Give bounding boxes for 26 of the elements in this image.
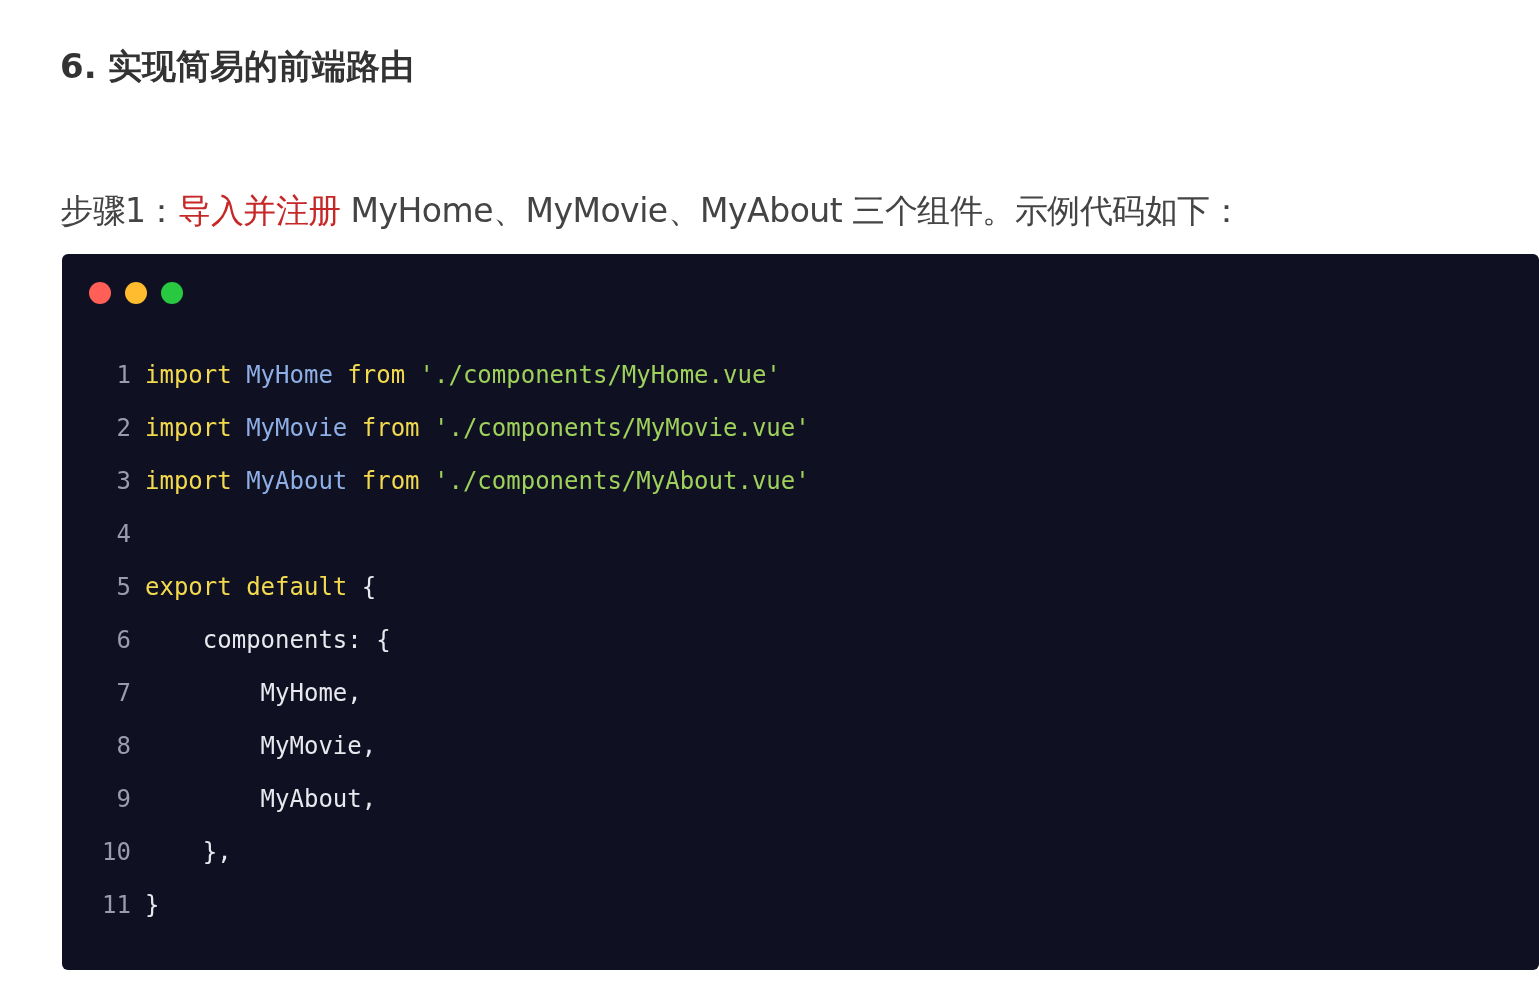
code-line: export default { (145, 572, 377, 601)
code-line: import MyMovie from './components/MyMovie.vue' (145, 413, 810, 442)
line-number: 3 (115, 466, 131, 495)
code-line: MyAbout, (259, 784, 377, 813)
code-line: MyMovie, (259, 731, 377, 760)
line-number: 8 (115, 731, 131, 760)
line-number: 10 (101, 837, 131, 866)
window-dot-icon (161, 282, 183, 304)
line-number: 9 (115, 784, 131, 813)
step-sentence: 步骤1：导入并注册 MyHome、MyMovie、MyAbout 三个组件。示例代码如下： (60, 190, 1244, 232)
line-number: 2 (115, 413, 131, 442)
code-line: } (145, 890, 160, 919)
code-line: import MyAbout from './components/MyAbout.vue' (145, 466, 810, 495)
line-number: 6 (115, 625, 131, 654)
line-number: 7 (115, 678, 131, 707)
line-number: 5 (115, 572, 131, 601)
window-dot-icon (125, 282, 147, 304)
line-number: 11 (101, 890, 131, 919)
code-line: MyHome, (259, 678, 362, 707)
page-heading: 6. 实现简易的前端路由 (60, 45, 416, 88)
code-line: components: { (201, 625, 391, 654)
window-dot-icon (89, 282, 111, 304)
code-line: import MyHome from './components/MyHome.vue' (145, 360, 781, 389)
line-number: 4 (115, 519, 131, 548)
line-number: 1 (115, 360, 131, 389)
code-line: }, (201, 837, 232, 866)
